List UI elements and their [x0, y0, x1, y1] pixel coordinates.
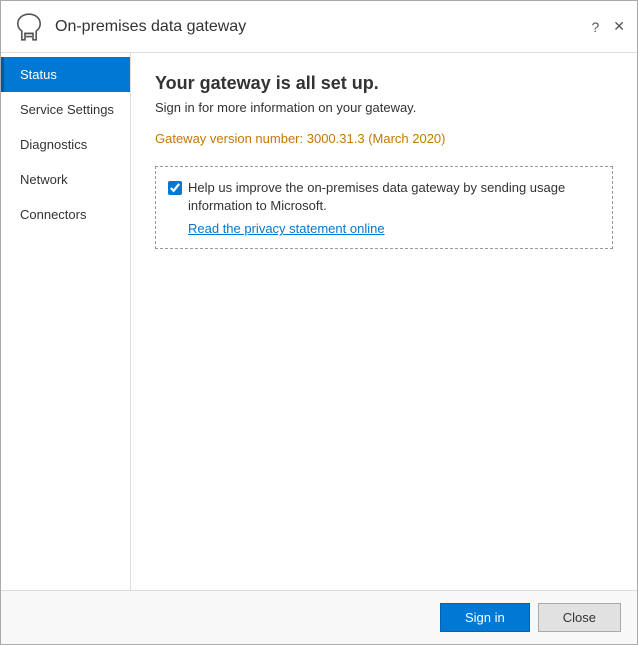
- title-bar-left: On-premises data gateway: [13, 11, 246, 43]
- sidebar-item-status[interactable]: Status: [1, 57, 130, 92]
- gateway-icon: [13, 11, 45, 43]
- app-title: On-premises data gateway: [55, 18, 246, 36]
- sidebar: Status Service Settings Diagnostics Netw…: [1, 53, 131, 590]
- checkbox-label: Help us improve the on-premises data gat…: [188, 179, 600, 215]
- privacy-link-container: Read the privacy statement online: [188, 221, 600, 236]
- close-button[interactable]: ✕: [613, 18, 625, 35]
- privacy-statement-link[interactable]: Read the privacy statement online: [188, 221, 385, 236]
- sidebar-item-connectors[interactable]: Connectors: [1, 197, 130, 232]
- checkbox-row: Help us improve the on-premises data gat…: [168, 179, 600, 215]
- title-bar: On-premises data gateway ? ✕: [1, 1, 637, 53]
- sidebar-item-network[interactable]: Network: [1, 162, 130, 197]
- checkbox-section: Help us improve the on-premises data gat…: [155, 166, 613, 249]
- content-subtitle: Sign in for more information on your gat…: [155, 100, 613, 115]
- footer: Sign in Close: [1, 590, 637, 644]
- sign-in-button[interactable]: Sign in: [440, 603, 530, 632]
- improve-checkbox[interactable]: [168, 181, 182, 195]
- page-title: Your gateway is all set up.: [155, 73, 613, 94]
- sidebar-item-service-settings[interactable]: Service Settings: [1, 92, 130, 127]
- main-layout: Status Service Settings Diagnostics Netw…: [1, 53, 637, 590]
- gateway-version: Gateway version number: 3000.31.3 (March…: [155, 131, 613, 146]
- title-bar-controls: ? ✕: [591, 18, 625, 35]
- close-button-footer[interactable]: Close: [538, 603, 621, 632]
- sidebar-item-diagnostics[interactable]: Diagnostics: [1, 127, 130, 162]
- help-button[interactable]: ?: [591, 19, 599, 35]
- content-area: Your gateway is all set up. Sign in for …: [131, 53, 637, 590]
